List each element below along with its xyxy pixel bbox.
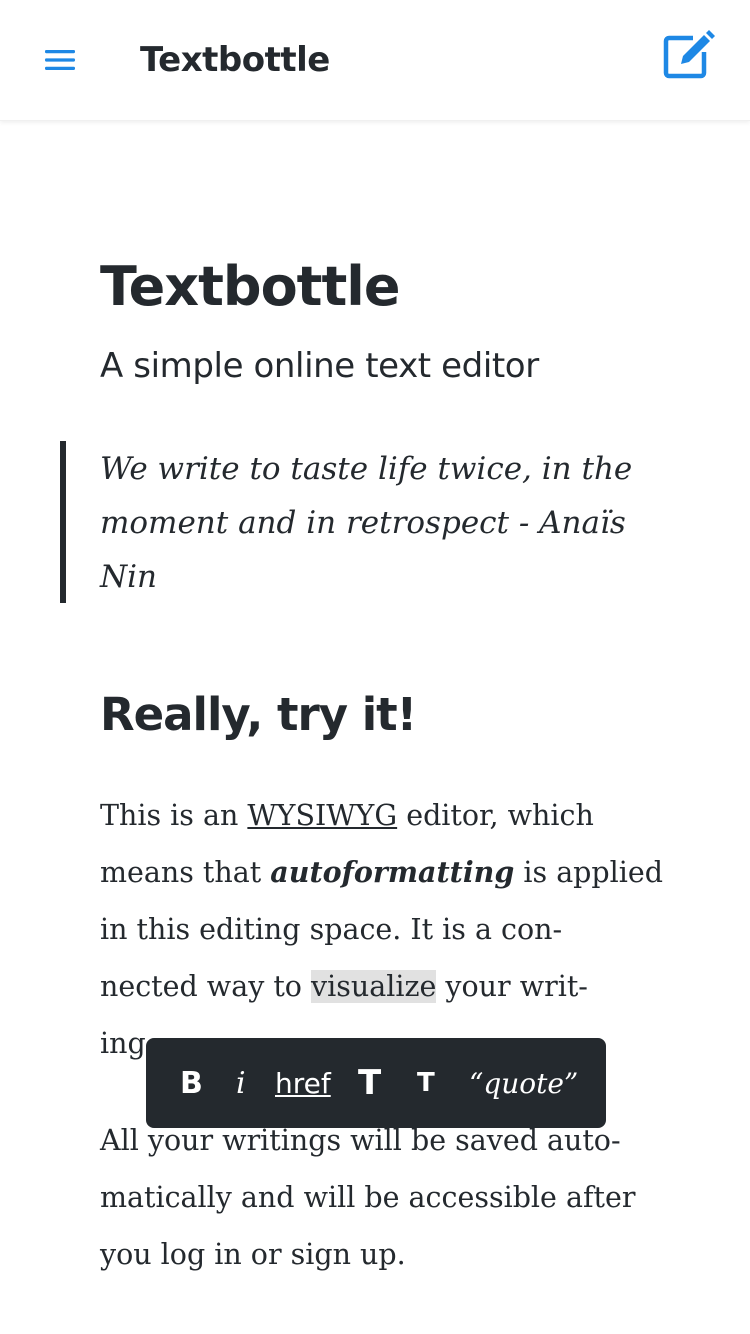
heading-small-button[interactable]: T	[417, 1038, 435, 1128]
paragraph-intro[interactable]: This is an WYSIWYG editor, which means t…	[100, 787, 675, 1072]
italic-button[interactable]: i	[236, 1038, 246, 1128]
section-heading[interactable]: Really, try it!	[100, 684, 417, 746]
paragraph-line: matically and will be accessible after	[100, 1181, 636, 1214]
paragraph-line: you log in or sign up.	[100, 1238, 406, 1271]
bold-button[interactable]: B	[180, 1038, 203, 1128]
heading-large-button[interactable]: T	[358, 1038, 381, 1128]
quote-line: We write to taste life twice, in the	[100, 451, 633, 487]
text-run: editor, which	[397, 799, 594, 832]
document-title[interactable]: Textbottle	[100, 252, 400, 322]
app-header: Textbottle	[0, 0, 750, 121]
paragraph-line: nected way to visualize your writ-	[100, 958, 675, 1015]
quote-line: moment and in retrospect - Anaïs	[100, 505, 626, 541]
emphasized-text: autoformatting	[270, 855, 515, 889]
menu-button[interactable]	[36, 36, 84, 84]
document-subtitle[interactable]: A simple online text editor	[100, 343, 539, 389]
text-run: nected way to	[100, 970, 312, 1003]
text-run: is applied	[514, 856, 664, 889]
format-toolbar: B i href T T “quote”	[146, 1038, 606, 1128]
paragraph-line: means that autoformatting is applied	[100, 844, 675, 901]
paragraph-line: in this editing space. It is a con-	[100, 913, 563, 946]
app-title: Textbottle	[140, 40, 330, 80]
quote-button[interactable]: “quote”	[469, 1038, 578, 1128]
text-run: means that	[100, 856, 271, 889]
edit-note-icon	[663, 30, 715, 79]
paragraph-autosave[interactable]: All your writings will be saved auto- ma…	[100, 1112, 675, 1283]
hamburger-menu-icon	[45, 50, 75, 70]
compose-button[interactable]	[660, 28, 716, 84]
text-run: This is an	[100, 799, 248, 832]
paragraph-line: This is an WYSIWYG editor, which	[100, 787, 675, 844]
text-run: your writ-	[436, 970, 588, 1003]
link-button[interactable]: href	[275, 1038, 331, 1128]
blockquote-bar	[60, 441, 66, 603]
quote-line: Nin	[100, 559, 158, 595]
wysiwyg-link[interactable]: WYSIWYG	[247, 799, 397, 832]
blockquote[interactable]: We write to taste life twice, in the mom…	[100, 442, 680, 604]
selected-text[interactable]: visualize	[311, 970, 437, 1003]
